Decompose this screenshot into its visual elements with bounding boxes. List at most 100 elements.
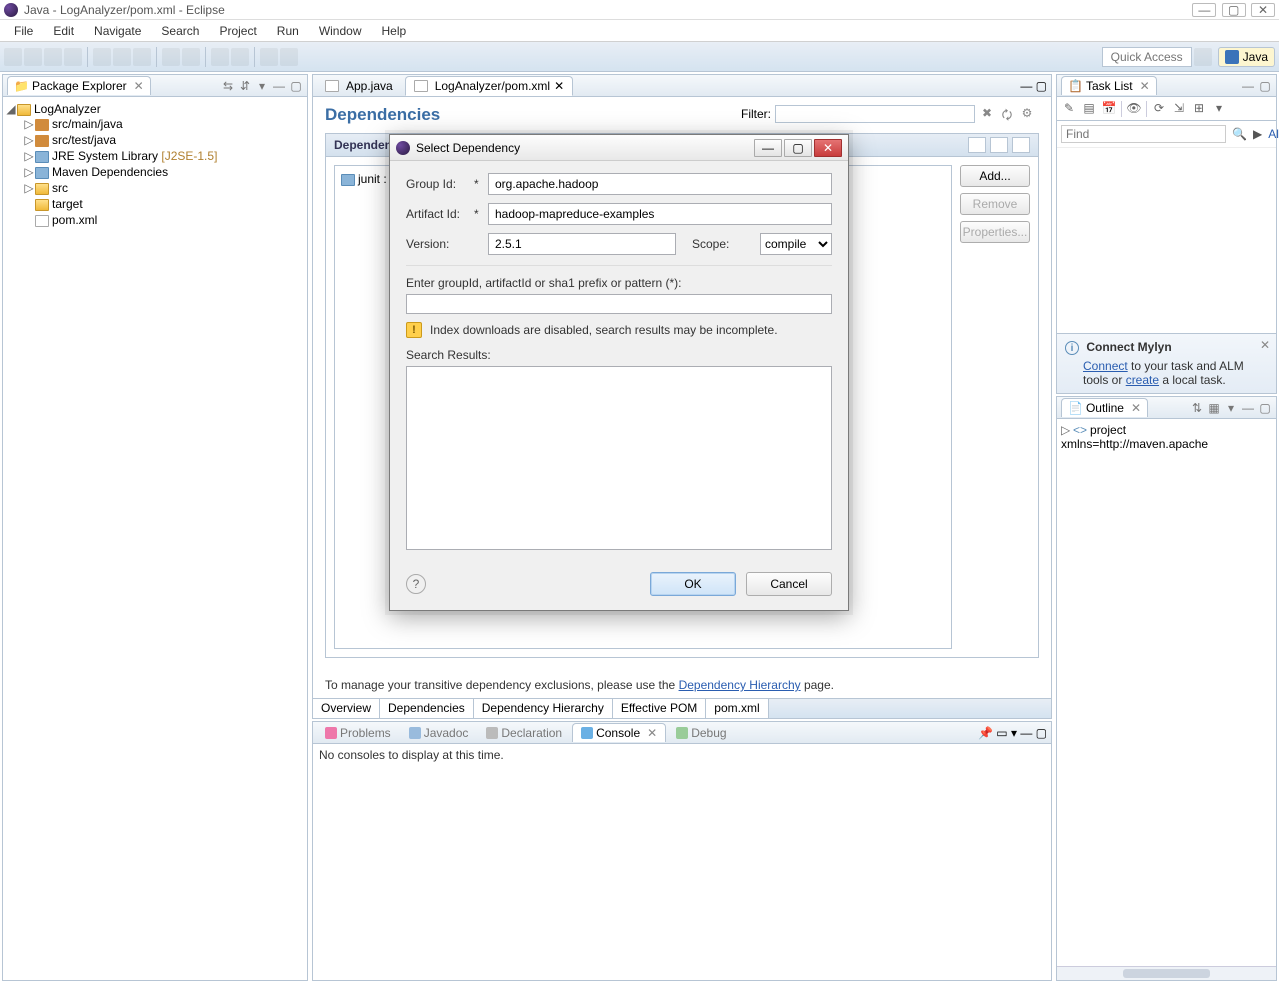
tree-item[interactable]: src [52, 181, 68, 195]
expand-icon[interactable]: ◢ [5, 102, 17, 116]
add-button[interactable]: Add... [960, 165, 1030, 187]
java-perspective-button[interactable]: Java [1218, 47, 1275, 67]
back-icon[interactable] [260, 48, 278, 66]
horizontal-scrollbar[interactable] [1057, 966, 1276, 980]
print-icon[interactable] [64, 48, 82, 66]
help-icon[interactable]: ? [406, 574, 426, 594]
maximize-view-icon[interactable]: ▢ [289, 79, 303, 93]
maximize-view-icon[interactable]: ▢ [1036, 726, 1047, 740]
problems-tab[interactable]: Problems [317, 724, 399, 742]
menu-icon[interactable]: ▾ [1211, 101, 1227, 117]
maximize-icon[interactable]: ▢ [1222, 3, 1246, 17]
open-console-icon[interactable]: ▾ [1011, 726, 1017, 740]
tree-item[interactable]: Maven Dependencies [52, 165, 168, 179]
search-icon[interactable] [231, 48, 249, 66]
tree-item[interactable]: pom.xml [52, 213, 97, 227]
menu-icon[interactable]: ▾ [1224, 401, 1238, 415]
schedule-icon[interactable]: 📅 [1101, 101, 1117, 117]
minimize-icon[interactable]: — [754, 139, 782, 157]
debug-tab[interactable]: Debug [668, 724, 734, 742]
menu-search[interactable]: Search [151, 22, 209, 40]
menu-help[interactable]: Help [372, 22, 417, 40]
minimize-editor-icon[interactable]: — [1020, 79, 1032, 93]
minimize-view-icon[interactable]: — [1241, 401, 1255, 415]
javadoc-tab[interactable]: Javadoc [401, 724, 477, 742]
pom-tab-overview[interactable]: Overview [313, 699, 380, 718]
close-icon[interactable]: ✕ [814, 139, 842, 157]
expand-icon[interactable]: ▷ [23, 165, 35, 179]
menu-edit[interactable]: Edit [43, 22, 84, 40]
new-class-icon[interactable] [162, 48, 180, 66]
close-icon[interactable]: ✕ [1140, 79, 1150, 93]
dialog-titlebar[interactable]: Select Dependency — ▢ ✕ [390, 135, 848, 161]
focus-icon[interactable]: 👁 [1126, 101, 1142, 117]
maximize-icon[interactable]: ▢ [784, 139, 812, 157]
chevron-right-icon[interactable]: ▶ [1253, 127, 1262, 141]
filter-input[interactable] [775, 105, 975, 123]
close-icon[interactable]: ✕ [647, 726, 657, 740]
outline-tab[interactable]: 📄Outline✕ [1061, 398, 1148, 417]
tree-item[interactable]: target [52, 197, 83, 211]
expand-icon[interactable]: ▷ [23, 133, 35, 147]
find-input[interactable] [1061, 125, 1226, 143]
group-id-input[interactable] [488, 173, 832, 195]
toggle-icon[interactable] [990, 137, 1008, 153]
tree-item[interactable]: src/test/java [52, 133, 116, 147]
menu-file[interactable]: File [4, 22, 43, 40]
editor-tab-pomxml[interactable]: LogAnalyzer/pom.xml✕ [405, 76, 573, 96]
filter-icon[interactable]: ▦ [1207, 401, 1221, 415]
sync-icon[interactable]: ⟳ [1151, 101, 1167, 117]
search-input[interactable] [406, 294, 832, 314]
version-input[interactable] [488, 233, 676, 255]
new-package-icon[interactable] [182, 48, 200, 66]
new-task-icon[interactable]: ✎ [1061, 101, 1077, 117]
cancel-button[interactable]: Cancel [746, 572, 832, 596]
maximize-view-icon[interactable]: ▢ [1258, 401, 1272, 415]
pom-tab-hierarchy[interactable]: Dependency Hierarchy [474, 699, 613, 718]
maximize-view-icon[interactable]: ▢ [1258, 79, 1272, 93]
minimize-icon[interactable]: — [1192, 3, 1216, 17]
tree-item[interactable]: src/main/java [52, 117, 123, 131]
sort-icon[interactable] [968, 137, 986, 153]
package-explorer-tree[interactable]: ◢ LogAnalyzer ▷ src/main/java ▷ src/test/ja… [3, 97, 307, 980]
ok-button[interactable]: OK [650, 572, 736, 596]
create-link[interactable]: create [1126, 373, 1159, 387]
all-link[interactable]: All [1268, 127, 1279, 141]
search-icon[interactable]: 🔍 [1232, 127, 1247, 141]
close-icon[interactable]: ✕ [1131, 401, 1141, 415]
view-menu-icon[interactable]: ▾ [255, 79, 269, 93]
quick-access-input[interactable] [1102, 47, 1192, 67]
new-icon[interactable] [4, 48, 22, 66]
run-icon[interactable] [113, 48, 131, 66]
project-node[interactable]: LogAnalyzer [34, 102, 101, 116]
pom-tab-effective[interactable]: Effective POM [613, 699, 706, 718]
package-explorer-tab[interactable]: 📁 Package Explorer ✕ [7, 76, 151, 95]
coverage-icon[interactable] [133, 48, 151, 66]
editor-tab-appjava[interactable]: App.java [317, 77, 401, 95]
clear-filter-icon[interactable]: ✖ [979, 106, 995, 122]
refresh-icon[interactable]: 🗘 [999, 106, 1015, 122]
declaration-tab[interactable]: Declaration [478, 724, 570, 742]
debug-icon[interactable] [93, 48, 111, 66]
scope-select[interactable]: compile [760, 233, 832, 255]
forward-icon[interactable] [280, 48, 298, 66]
hide-icon[interactable]: ⊞ [1191, 101, 1207, 117]
settings-icon[interactable]: ⚙ [1019, 106, 1035, 122]
minimize-view-icon[interactable]: — [272, 79, 286, 93]
expand-icon[interactable] [1012, 137, 1030, 153]
save-icon[interactable] [24, 48, 42, 66]
display-selected-icon[interactable]: ▭ [996, 726, 1007, 740]
pom-tab-dependencies[interactable]: Dependencies [380, 699, 474, 718]
dependency-hierarchy-link[interactable]: Dependency Hierarchy [679, 678, 801, 692]
collapse-icon[interactable]: ⇲ [1171, 101, 1187, 117]
console-tab[interactable]: Console✕ [572, 723, 666, 742]
close-icon[interactable]: ✕ [1260, 338, 1270, 352]
collapse-all-icon[interactable]: ⇆ [221, 79, 235, 93]
task-list-tab[interactable]: 📋Task List✕ [1061, 76, 1157, 95]
menu-project[interactable]: Project [209, 22, 266, 40]
sort-icon[interactable]: ⇅ [1190, 401, 1204, 415]
expand-icon[interactable]: ▷ [23, 181, 35, 195]
remove-button[interactable]: Remove [960, 193, 1030, 215]
pin-console-icon[interactable]: 📌 [978, 726, 993, 740]
close-icon[interactable]: ✕ [134, 79, 144, 93]
